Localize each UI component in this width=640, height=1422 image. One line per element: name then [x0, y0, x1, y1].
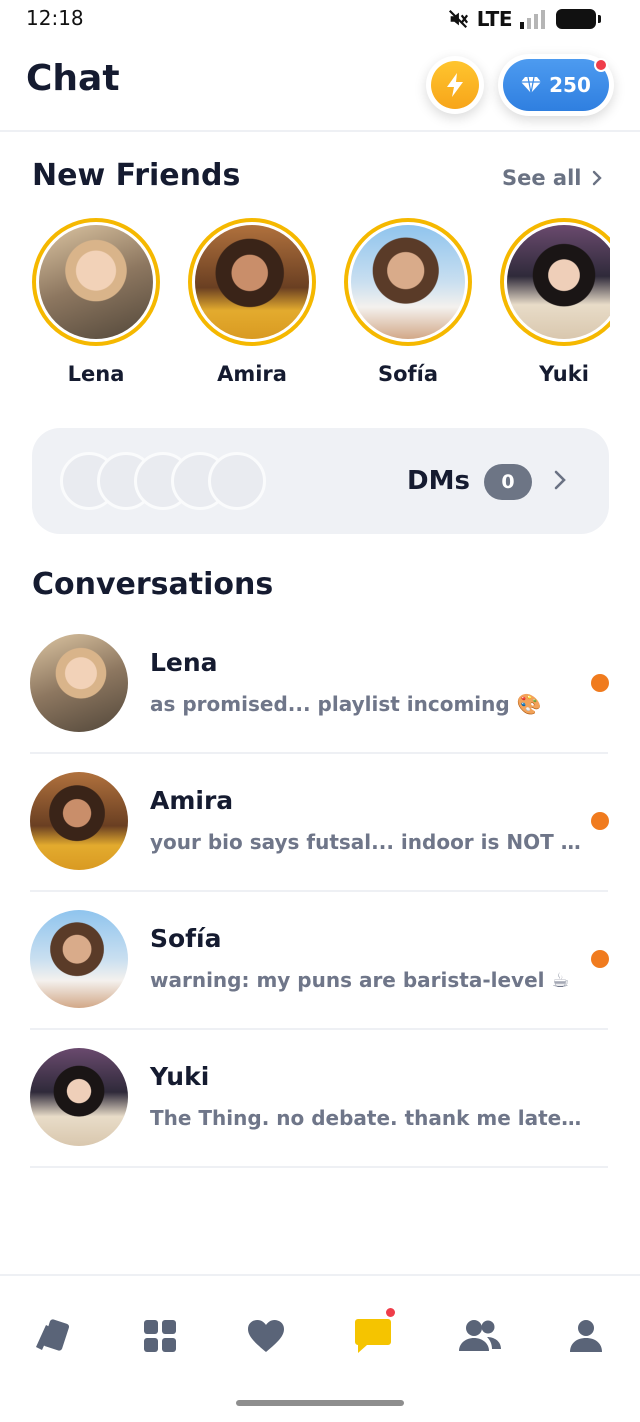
- nav-cards[interactable]: [29, 1312, 77, 1360]
- conversation-list: Lena as promised... playlist incoming 🎨 …: [30, 616, 609, 1168]
- diamond-icon: [521, 76, 542, 94]
- nav-friends[interactable]: [456, 1312, 504, 1360]
- conversation-preview: The Thing. no debate. thank me later 🎃: [150, 1106, 590, 1130]
- conversation-preview: as promised... playlist incoming 🎨: [150, 692, 542, 716]
- conversation-avatar: [30, 634, 128, 732]
- friend-avatar: [507, 225, 610, 339]
- friend-card-yuki[interactable]: Yuki: [500, 218, 610, 386]
- dms-label: DMs: [407, 466, 470, 496]
- heart-icon: [248, 1320, 284, 1352]
- bottom-nav: [0, 1274, 640, 1390]
- unread-dot: [591, 674, 609, 692]
- dms-card[interactable]: DMs 0: [32, 428, 609, 534]
- conversation-avatar: [30, 910, 128, 1008]
- boost-button-fill: [431, 61, 479, 109]
- conversation-row-sofia[interactable]: Sofía warning: my puns are barista-level…: [30, 892, 609, 1030]
- gems-count: 250: [549, 73, 591, 97]
- friend-avatar-ring: [344, 218, 472, 346]
- conversations-title: Conversations: [32, 567, 274, 602]
- nav-chat[interactable]: [349, 1308, 397, 1360]
- dm-avatar-stack: [60, 452, 280, 510]
- conversation-name: Sofía: [150, 924, 222, 953]
- battery-icon: [556, 9, 601, 29]
- conversation-preview: your bio says futsal... indoor is NOT re…: [150, 830, 590, 854]
- nav-profile[interactable]: [562, 1312, 610, 1360]
- friend-avatar: [39, 225, 153, 339]
- dm-avatar-placeholder: [208, 452, 266, 510]
- dms-count-badge: 0: [484, 464, 532, 500]
- friend-card-lena[interactable]: Lena: [32, 218, 160, 386]
- gems-button[interactable]: 250: [498, 54, 614, 116]
- see-all-link[interactable]: See all: [502, 166, 602, 190]
- home-indicator[interactable]: [236, 1400, 404, 1406]
- gems-button-fill: 250: [503, 59, 609, 111]
- chat-icon: [355, 1319, 391, 1353]
- friend-name: Sofía: [377, 362, 439, 386]
- conversation-row-yuki[interactable]: Yuki The Thing. no debate. thank me late…: [30, 1030, 608, 1168]
- friend-avatar-ring: [32, 218, 160, 346]
- chevron-right-icon: [592, 170, 602, 186]
- friend-avatar: [195, 225, 309, 339]
- nav-likes[interactable]: [242, 1312, 290, 1360]
- conversation-preview: warning: my puns are barista-level ☕: [150, 968, 570, 992]
- see-all-label: See all: [502, 166, 582, 190]
- friend-name: Amira: [217, 362, 287, 386]
- conversation-row-lena[interactable]: Lena as promised... playlist incoming 🎨: [30, 616, 609, 754]
- conversation-name: Lena: [150, 648, 218, 677]
- chevron-right-icon: [554, 470, 566, 490]
- people-icon: [459, 1320, 501, 1351]
- conversation-name: Amira: [150, 786, 234, 815]
- notification-dot: [386, 1308, 395, 1317]
- friend-avatar-ring: [500, 218, 610, 346]
- signal-icon: [520, 10, 545, 29]
- network-label: LTE: [476, 7, 513, 31]
- friend-card-amira[interactable]: Amira: [188, 218, 316, 386]
- notification-dot: [594, 58, 608, 72]
- friend-name: Yuki: [539, 362, 589, 386]
- nav-discover[interactable]: [136, 1312, 184, 1360]
- status-bar: 12:18 LTE: [0, 0, 640, 40]
- friend-avatar-ring: [188, 218, 316, 346]
- grid-icon: [144, 1320, 176, 1352]
- new-friends-carousel[interactable]: Lena Amira Sofía Yuki: [32, 218, 610, 398]
- friend-name: Lena: [67, 362, 125, 386]
- unread-dot: [591, 812, 609, 830]
- conversation-name: Yuki: [150, 1062, 210, 1091]
- mute-icon: [448, 9, 468, 29]
- unread-dot: [591, 950, 609, 968]
- friend-avatar: [351, 225, 465, 339]
- page-title: Chat: [26, 58, 120, 99]
- friend-card-sofia[interactable]: Sofía: [344, 218, 472, 386]
- boost-button[interactable]: [426, 56, 484, 114]
- lightning-icon: [447, 73, 463, 97]
- status-time: 12:18: [26, 6, 84, 30]
- status-icons: LTE: [447, 7, 601, 31]
- new-friends-title: New Friends: [32, 158, 241, 193]
- cards-icon: [36, 1319, 70, 1351]
- conversation-avatar: [30, 1048, 128, 1146]
- conversation-avatar: [30, 772, 128, 870]
- header: Chat 250: [0, 44, 640, 132]
- conversation-row-amira[interactable]: Amira your bio says futsal... indoor is …: [30, 754, 609, 892]
- profile-icon: [570, 1320, 602, 1352]
